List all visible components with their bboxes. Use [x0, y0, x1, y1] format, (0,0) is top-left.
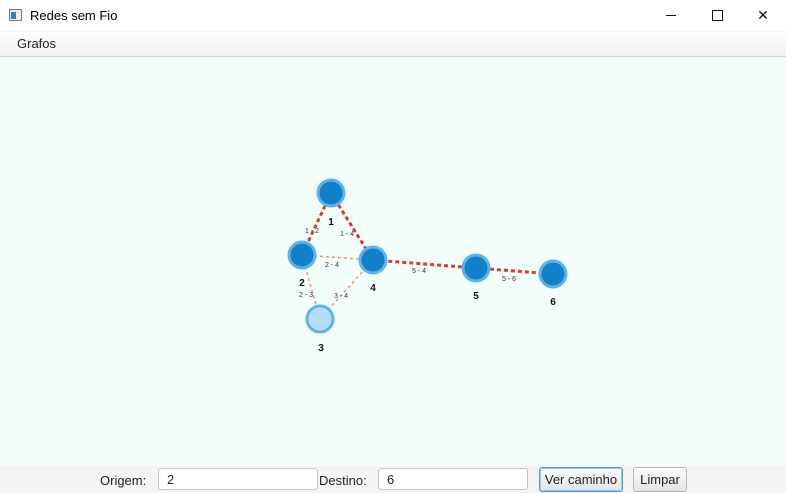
menu-grafos[interactable]: Grafos — [8, 36, 65, 51]
maximize-icon — [711, 10, 723, 21]
node-label: 3 — [318, 343, 324, 354]
destination-label: Destino: — [319, 473, 367, 488]
node-label: 5 — [473, 291, 479, 302]
node-label: 4 — [370, 283, 376, 294]
graph-svg: 1 - 2 1 - 4 2 - 4 2 - 3 3 - 4 5 - 4 5 - 6 1 2 3 4 5… — [287, 178, 568, 354]
edge-label: 3 - 4 — [334, 293, 348, 300]
minimize-button[interactable] — [648, 0, 694, 31]
app-icon — [9, 9, 22, 21]
view-path-button[interactable]: Ver caminho — [539, 467, 623, 492]
maximize-button[interactable] — [694, 0, 740, 31]
window-title: Redes sem Fio — [30, 8, 118, 23]
bottom-controls: Origem: Destino: Ver caminho Limpar — [0, 466, 786, 493]
edge-label: 5 - 4 — [412, 268, 426, 275]
title-bar: Redes sem Fio ✕ — [0, 0, 786, 32]
graph-node-1[interactable] — [316, 178, 346, 208]
graph-canvas[interactable]: 1 - 2 1 - 4 2 - 4 2 - 3 3 - 4 5 - 4 5 - 6 1 2 3 4 5… — [0, 57, 786, 466]
close-button[interactable]: ✕ — [740, 0, 786, 31]
graph-node-2[interactable] — [287, 240, 317, 270]
graph-node-5[interactable] — [461, 253, 491, 283]
close-icon: ✕ — [757, 7, 769, 23]
node-label: 2 — [299, 278, 305, 289]
node-label: 1 — [328, 217, 334, 228]
minimize-icon — [666, 15, 676, 16]
graph-node-4[interactable] — [358, 245, 388, 275]
graph-node-3[interactable] — [305, 304, 335, 334]
edge-label: 1 - 2 — [305, 228, 319, 235]
origin-label: Origem: — [100, 473, 147, 488]
origin-input[interactable] — [158, 468, 318, 490]
edge-label: 1 - 4 — [340, 231, 354, 238]
destination-input[interactable] — [378, 468, 528, 490]
edge-5-4 — [372, 258, 477, 270]
menu-bar: Grafos — [0, 32, 786, 57]
edge-label: 2 - 3 — [299, 292, 313, 299]
edge-label: 2 - 4 — [325, 262, 339, 269]
graph-node-6[interactable] — [538, 259, 568, 289]
edge-label: 5 - 6 — [502, 276, 516, 283]
node-label: 6 — [550, 297, 556, 308]
clear-button[interactable]: Limpar — [633, 467, 687, 492]
